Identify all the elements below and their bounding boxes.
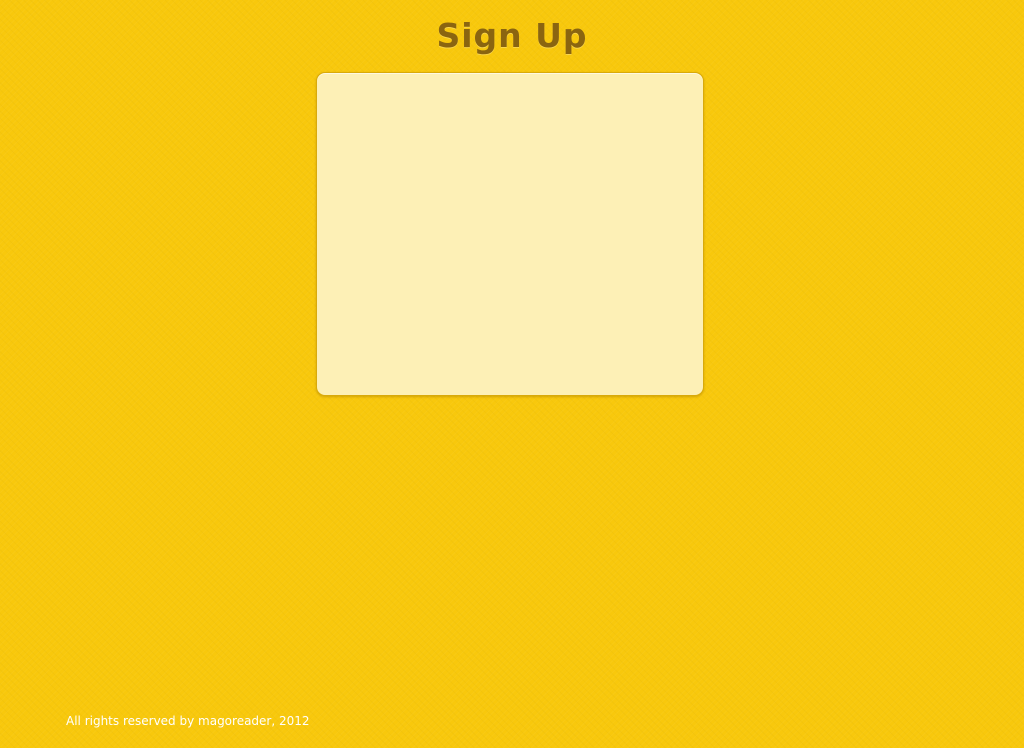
footer-copyright: All rights reserved by magoreader, 2012 <box>66 714 310 728</box>
signup-panel <box>316 72 704 396</box>
page-title: Sign Up <box>436 16 588 55</box>
